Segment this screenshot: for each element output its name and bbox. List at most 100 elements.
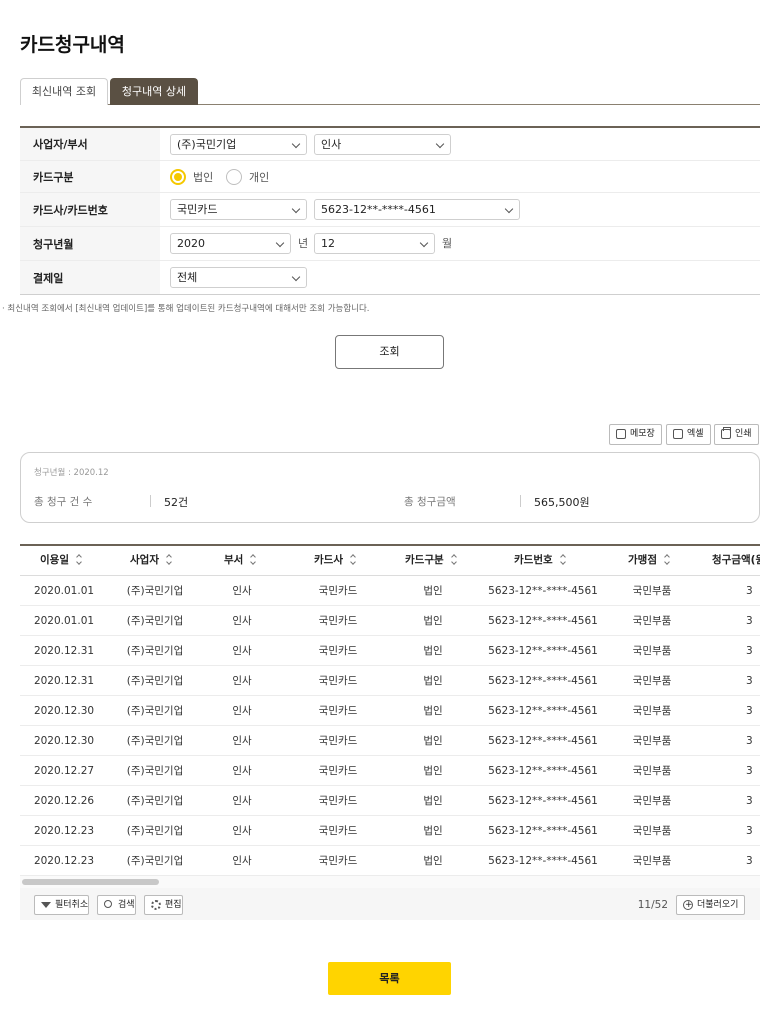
chevron-down-icon — [291, 272, 301, 282]
tab-billing-detail[interactable]: 청구내역 상세 — [110, 78, 198, 105]
col-header-card-type[interactable]: 카드구분 — [405, 546, 457, 575]
col-header-date[interactable]: 이용일 — [40, 546, 82, 575]
table-row[interactable]: 2020.12.30 (주)국민기업 인사 국민카드 법인 5623-12**-****-… — [20, 726, 760, 756]
search-icon — [104, 900, 112, 908]
radio-personal[interactable] — [226, 169, 242, 185]
col-header-merchant[interactable]: 가맹점 — [628, 546, 670, 575]
company-select[interactable]: (주)국민기업 — [170, 134, 307, 155]
table-row[interactable]: 2020.12.26 (주)국민기업 인사 국민카드 법인 5623-12**-****-… — [20, 786, 760, 816]
cell-company: (주)국민기업 — [126, 825, 184, 837]
cell-merchant: 국민부품 — [632, 765, 672, 777]
cell-dept: 인사 — [232, 705, 252, 717]
table-row[interactable]: 2020.01.01 (주)국민기업 인사 국민카드 법인 5623-12**-****-… — [20, 606, 760, 636]
col-header-company-label: 사업자 — [130, 554, 159, 566]
month-select[interactable]: 12 — [314, 233, 435, 254]
col-header-dept[interactable]: 부서 — [224, 546, 256, 575]
table-row[interactable]: 2020.12.30 (주)국민기업 인사 국민카드 법인 5623-12**-****-… — [20, 696, 760, 726]
sort-icon — [166, 555, 172, 564]
chevron-down-icon — [504, 204, 514, 214]
col-header-card-company[interactable]: 카드사 — [314, 546, 356, 575]
print-button[interactable]: 인쇄 — [714, 424, 759, 445]
card-company-select[interactable]: 국민카드 — [170, 199, 307, 220]
cell-card-company: 국민카드 — [318, 735, 358, 747]
cell-company: (주)국민기업 — [126, 855, 184, 867]
search-button[interactable]: 조회 — [335, 335, 444, 369]
cell-card-type: 법인 — [423, 675, 443, 687]
cell-company: (주)국민기업 — [126, 585, 184, 597]
col-header-amount-label: 청구금액(원 — [712, 554, 760, 566]
cell-dept: 인사 — [232, 675, 252, 687]
cell-date: 2020.12.30 — [33, 705, 95, 717]
radio-corporate-label[interactable]: 법인 — [193, 167, 213, 188]
card-number-value: 5623-12**-****-4561 — [321, 203, 436, 216]
table-row[interactable]: 2020.12.23 (주)국민기업 인사 국민카드 법인 5623-12**-****-… — [20, 846, 760, 876]
grid-search-button[interactable]: 검색 — [97, 895, 136, 915]
cell-company: (주)국민기업 — [126, 795, 184, 807]
search-form: 사업자/부서 (주)국민기업 인사 카드구분 법인 개인 카드사/카드번호 국민… — [20, 126, 760, 295]
cell-amount: 3 — [746, 675, 753, 687]
load-more-button[interactable]: 더불러오기 — [676, 895, 745, 915]
payday-select[interactable]: 전체 — [170, 267, 307, 288]
table-row[interactable]: 2020.12.31 (주)국민기업 인사 국민카드 법인 5623-12**-****-… — [20, 666, 760, 696]
tab-bar: 최신내역 조회 청구내역 상세 — [20, 78, 760, 105]
cell-card-company: 국민카드 — [318, 705, 358, 717]
table-row[interactable]: 2020.12.31 (주)국민기업 인사 국민카드 법인 5623-12**-****-… — [20, 636, 760, 666]
memo-button[interactable]: 메모장 — [609, 424, 662, 445]
filter-reset-button[interactable]: 필터취소 — [34, 895, 90, 915]
cell-merchant: 국민부품 — [632, 585, 672, 597]
cell-card-company: 국민카드 — [318, 585, 358, 597]
cell-card-number: 5623-12**-****-4561 — [488, 705, 598, 717]
horizontal-scrollbar[interactable] — [20, 876, 760, 888]
cell-amount: 3 — [746, 705, 753, 717]
cell-company: (주)국민기업 — [126, 615, 184, 627]
table-row[interactable]: 2020.12.27 (주)국민기업 인사 국민카드 법인 5623-12**-****-… — [20, 756, 760, 786]
table-row[interactable]: 2020.01.01 (주)국민기업 인사 국민카드 법인 5623-12**-****-… — [20, 576, 760, 606]
radio-personal-label[interactable]: 개인 — [249, 167, 269, 188]
excel-button-label: 엑셀 — [687, 429, 704, 439]
excel-button[interactable]: 엑셀 — [666, 424, 711, 445]
cell-dept: 인사 — [232, 795, 252, 807]
col-header-card-company-label: 카드사 — [314, 554, 343, 566]
cell-card-company: 국민카드 — [318, 795, 358, 807]
cell-dept: 인사 — [232, 585, 252, 597]
summary-count-label: 총 청구 건 수 — [34, 496, 93, 508]
table-footer: 필터취소 검색 편집 11/52 더불러오기 — [20, 888, 760, 920]
cell-date: 2020.01.01 — [33, 585, 95, 597]
col-header-card-number-label: 카드번호 — [514, 554, 553, 566]
list-button[interactable]: 목록 — [328, 962, 451, 995]
page-info: 11/52 — [637, 899, 668, 911]
col-header-amount[interactable]: 청구금액(원 — [712, 546, 760, 575]
table-row[interactable]: 2020.12.23 (주)국민기업 인사 국민카드 법인 5623-12**-****-… — [20, 816, 760, 846]
summary-period: 청구년월 : 2020.12 — [34, 468, 109, 478]
year-select[interactable]: 2020 — [170, 233, 291, 254]
scrollbar-thumb[interactable] — [22, 879, 159, 885]
memo-button-label: 메모장 — [630, 429, 655, 439]
cell-date: 2020.12.23 — [33, 825, 95, 837]
divider — [520, 495, 521, 507]
card-number-select[interactable]: 5623-12**-****-4561 — [314, 199, 520, 220]
cell-company: (주)국민기업 — [126, 735, 184, 747]
cell-dept: 인사 — [232, 735, 252, 747]
cell-card-number: 5623-12**-****-4561 — [488, 855, 598, 867]
col-header-company[interactable]: 사업자 — [130, 546, 172, 575]
dept-select[interactable]: 인사 — [314, 134, 451, 155]
radio-corporate[interactable] — [170, 169, 186, 185]
sort-icon — [664, 555, 670, 564]
cell-card-type: 법인 — [423, 615, 443, 627]
card-company-value: 국민카드 — [177, 203, 218, 216]
cell-merchant: 국민부품 — [632, 615, 672, 627]
cell-amount: 3 — [746, 795, 753, 807]
tab-recent-history[interactable]: 최신내역 조회 — [20, 78, 108, 105]
cell-card-type: 법인 — [423, 585, 443, 597]
year-unit: 년 — [298, 237, 309, 250]
col-header-merchant-label: 가맹점 — [628, 554, 657, 566]
edit-button[interactable]: 편집 — [144, 895, 183, 915]
card-label: 카드사/카드번호 — [20, 193, 160, 226]
year-value: 2020 — [177, 237, 205, 250]
cell-card-number: 5623-12**-****-4561 — [488, 585, 598, 597]
cell-amount: 3 — [746, 825, 753, 837]
summary-amount-label: 총 청구금액 — [404, 496, 456, 508]
divider — [150, 495, 151, 507]
col-header-card-type-label: 카드구분 — [405, 554, 444, 566]
col-header-card-number[interactable]: 카드번호 — [514, 546, 566, 575]
